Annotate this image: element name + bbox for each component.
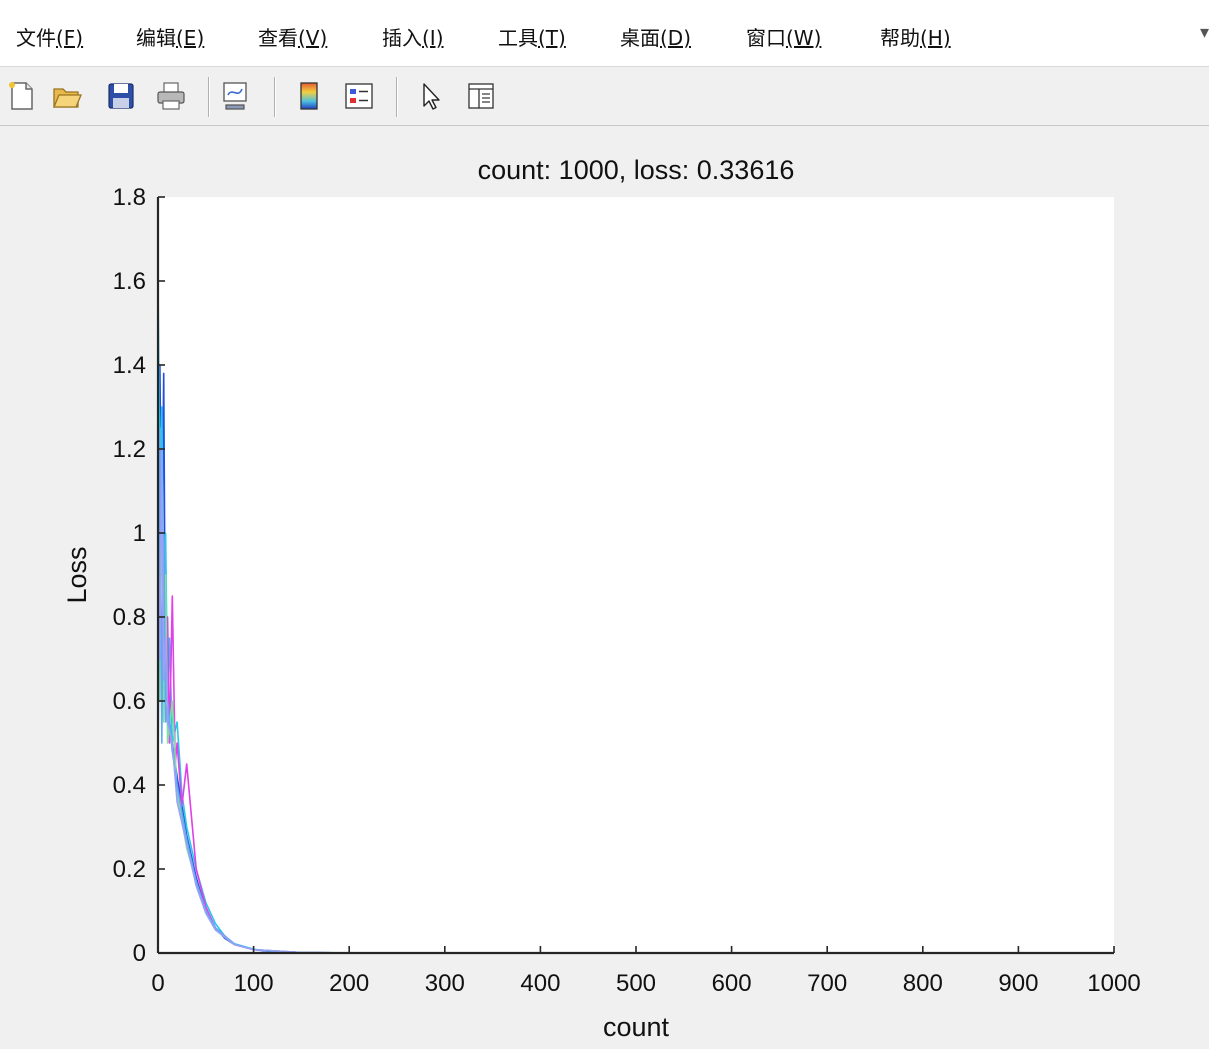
menu-view[interactable]: 查看(V) [258, 22, 327, 51]
y-tick-label: 0.6 [113, 688, 146, 715]
toolbar-separator [274, 77, 276, 117]
toolbar-separator [208, 77, 210, 117]
y-tick-label: 1.2 [113, 436, 146, 463]
menu-tools-mnemonic: (T) [538, 26, 566, 50]
menu-file-label: 文件 [16, 26, 56, 50]
y-axis-label: Loss [62, 546, 92, 603]
plot-area [158, 197, 1114, 953]
chart-title: count: 1000, loss: 0.33616 [478, 155, 795, 185]
menu-desktop-label: 桌面 [620, 26, 660, 50]
print-icon[interactable] [154, 79, 188, 113]
x-tick-label: 900 [998, 970, 1038, 997]
menu-file-mnemonic: (F) [56, 26, 84, 50]
y-tick-label: 0 [133, 940, 146, 967]
x-tick-label: 700 [807, 970, 847, 997]
x-tick-label: 100 [234, 970, 274, 997]
y-tick-label: 1.4 [113, 352, 146, 379]
menu-window-label: 窗口 [746, 26, 786, 50]
x-tick-label: 400 [520, 970, 560, 997]
legend-icon[interactable] [342, 79, 376, 113]
menu-insert[interactable]: 插入(I) [382, 22, 444, 51]
x-tick-label: 1000 [1087, 970, 1140, 997]
loss-chart[interactable]: count: 1000, loss: 0.33616 0 100 200 300 400… [0, 126, 1209, 1045]
property-editor-icon[interactable] [464, 79, 498, 113]
menu-help[interactable]: 帮助(H) [880, 22, 951, 51]
menu-desktop-mnemonic: (D) [660, 26, 692, 50]
new-figure-icon[interactable] [4, 79, 38, 113]
menu-help-mnemonic: (H) [920, 26, 951, 50]
open-file-icon[interactable] [50, 79, 84, 113]
x-tick-label: 300 [425, 970, 465, 997]
x-tick-label: 200 [329, 970, 369, 997]
link-plot-icon[interactable] [218, 79, 252, 113]
y-tick-label: 0.2 [113, 856, 146, 883]
menu-bar: 文件(F) 编辑(E) 查看(V) 插入(I) 工具(T) 桌面(D) 窗口(W… [0, 0, 1209, 67]
x-tick-label: 0 [151, 970, 164, 997]
y-tick-label: 0.4 [113, 772, 146, 799]
x-tick-label: 600 [712, 970, 752, 997]
menu-view-mnemonic: (V) [298, 26, 328, 50]
menu-edit-label: 编辑 [136, 26, 176, 50]
menu-tools[interactable]: 工具(T) [498, 22, 566, 51]
menu-edit[interactable]: 编辑(E) [136, 22, 204, 51]
menu-view-label: 查看 [258, 26, 298, 50]
toolbar-separator [396, 77, 398, 117]
y-tick-label: 1.6 [113, 268, 146, 295]
menu-desktop[interactable]: 桌面(D) [620, 22, 691, 51]
save-icon[interactable] [104, 79, 138, 113]
menu-overflow-icon[interactable]: ▾ [1200, 22, 1209, 43]
menu-file[interactable]: 文件(F) [16, 22, 83, 51]
x-tick-label: 500 [616, 970, 656, 997]
y-tick-label: 1 [133, 520, 146, 547]
x-axis-label: count [603, 1012, 670, 1042]
menu-insert-label: 插入 [382, 26, 422, 50]
menu-insert-mnemonic: (I) [422, 26, 444, 50]
menu-tools-label: 工具 [498, 26, 538, 50]
menu-edit-mnemonic: (E) [176, 26, 205, 50]
figure-area: count: 1000, loss: 0.33616 0 100 200 300 400… [0, 126, 1209, 1045]
y-tick-label: 0.8 [113, 604, 146, 631]
x-tick-label: 800 [903, 970, 943, 997]
toolbar [0, 67, 1209, 126]
pointer-icon[interactable] [414, 79, 448, 113]
colorbar-icon[interactable] [292, 79, 326, 113]
menu-window[interactable]: 窗口(W) [746, 22, 821, 51]
menu-window-mnemonic: (W) [786, 26, 822, 50]
menu-help-label: 帮助 [880, 26, 920, 50]
y-tick-label: 1.8 [113, 184, 146, 211]
